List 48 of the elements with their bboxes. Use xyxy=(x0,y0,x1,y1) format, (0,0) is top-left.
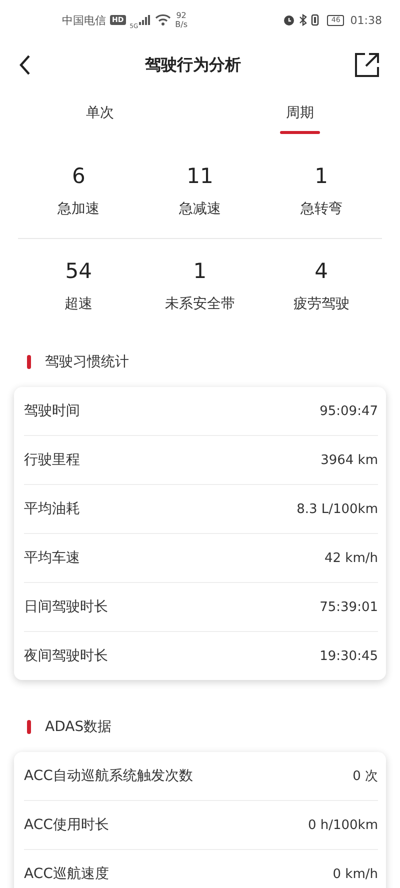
row-value: 3964 km xyxy=(320,452,378,468)
row-label: 驾驶时间 xyxy=(24,402,80,420)
tab[interactable]: 单次 xyxy=(0,90,200,136)
stat-value: 4 xyxy=(314,259,328,283)
row-value: 75:39:01 xyxy=(320,600,378,614)
vibrate-icon xyxy=(311,14,320,26)
clock-time: 01:38 xyxy=(350,14,382,26)
speed-value: 92 xyxy=(176,11,186,20)
stat-value: 1 xyxy=(314,164,328,188)
stat-label: 疲劳驾驶 xyxy=(293,295,350,313)
share-icon[interactable] xyxy=(354,52,380,78)
stat-value: 54 xyxy=(65,259,92,283)
stat-value: 6 xyxy=(72,164,86,188)
row-label: ACC巡航速度 xyxy=(24,865,109,883)
tab[interactable]: 周期 xyxy=(200,90,400,136)
row-label: ACC使用时长 xyxy=(24,816,109,834)
back-icon[interactable] xyxy=(18,54,32,76)
stat-label: 急加速 xyxy=(58,200,100,218)
bluetooth-icon xyxy=(299,14,308,26)
row-label: 日间驾驶时长 xyxy=(24,598,108,616)
row-label: 平均车速 xyxy=(24,549,80,567)
stat-value: 1 xyxy=(193,259,207,283)
section-title: ADAS数据 xyxy=(45,718,112,736)
stat-value: 11 xyxy=(186,164,214,188)
page-title: 驾驶行为分析 xyxy=(145,54,241,76)
row-value: 0 h/100km xyxy=(308,818,378,832)
section-title: 驾驶习惯统计 xyxy=(45,353,129,371)
row-label: 平均油耗 xyxy=(24,500,80,518)
row-value: 8.3 L/100km xyxy=(296,502,378,516)
row-label: 夜间驾驶时长 xyxy=(24,647,108,665)
alarm-icon xyxy=(283,14,296,26)
stat-label: 超速 xyxy=(64,295,93,313)
row-label: 行驶里程 xyxy=(24,451,80,469)
speed-unit: B/s xyxy=(175,20,188,29)
row-value: 42 km/h xyxy=(324,550,378,566)
section-marker xyxy=(27,355,31,369)
row-value: 95:09:47 xyxy=(320,404,378,418)
carrier-name: 中国电信 xyxy=(62,12,106,28)
stat-label: 急转弯 xyxy=(300,200,342,218)
section-marker xyxy=(27,720,31,734)
row-value: 0 km/h xyxy=(332,866,378,882)
row-value: 19:30:45 xyxy=(320,648,378,664)
row-value: 0 次 xyxy=(352,768,378,785)
stat-label: 急减速 xyxy=(178,200,221,218)
wifi-icon xyxy=(155,14,172,26)
row-label: ACC自动巡航系统触发次数 xyxy=(24,767,193,785)
signal-icon xyxy=(139,15,152,25)
stat-label: 未系安全带 xyxy=(164,295,235,313)
